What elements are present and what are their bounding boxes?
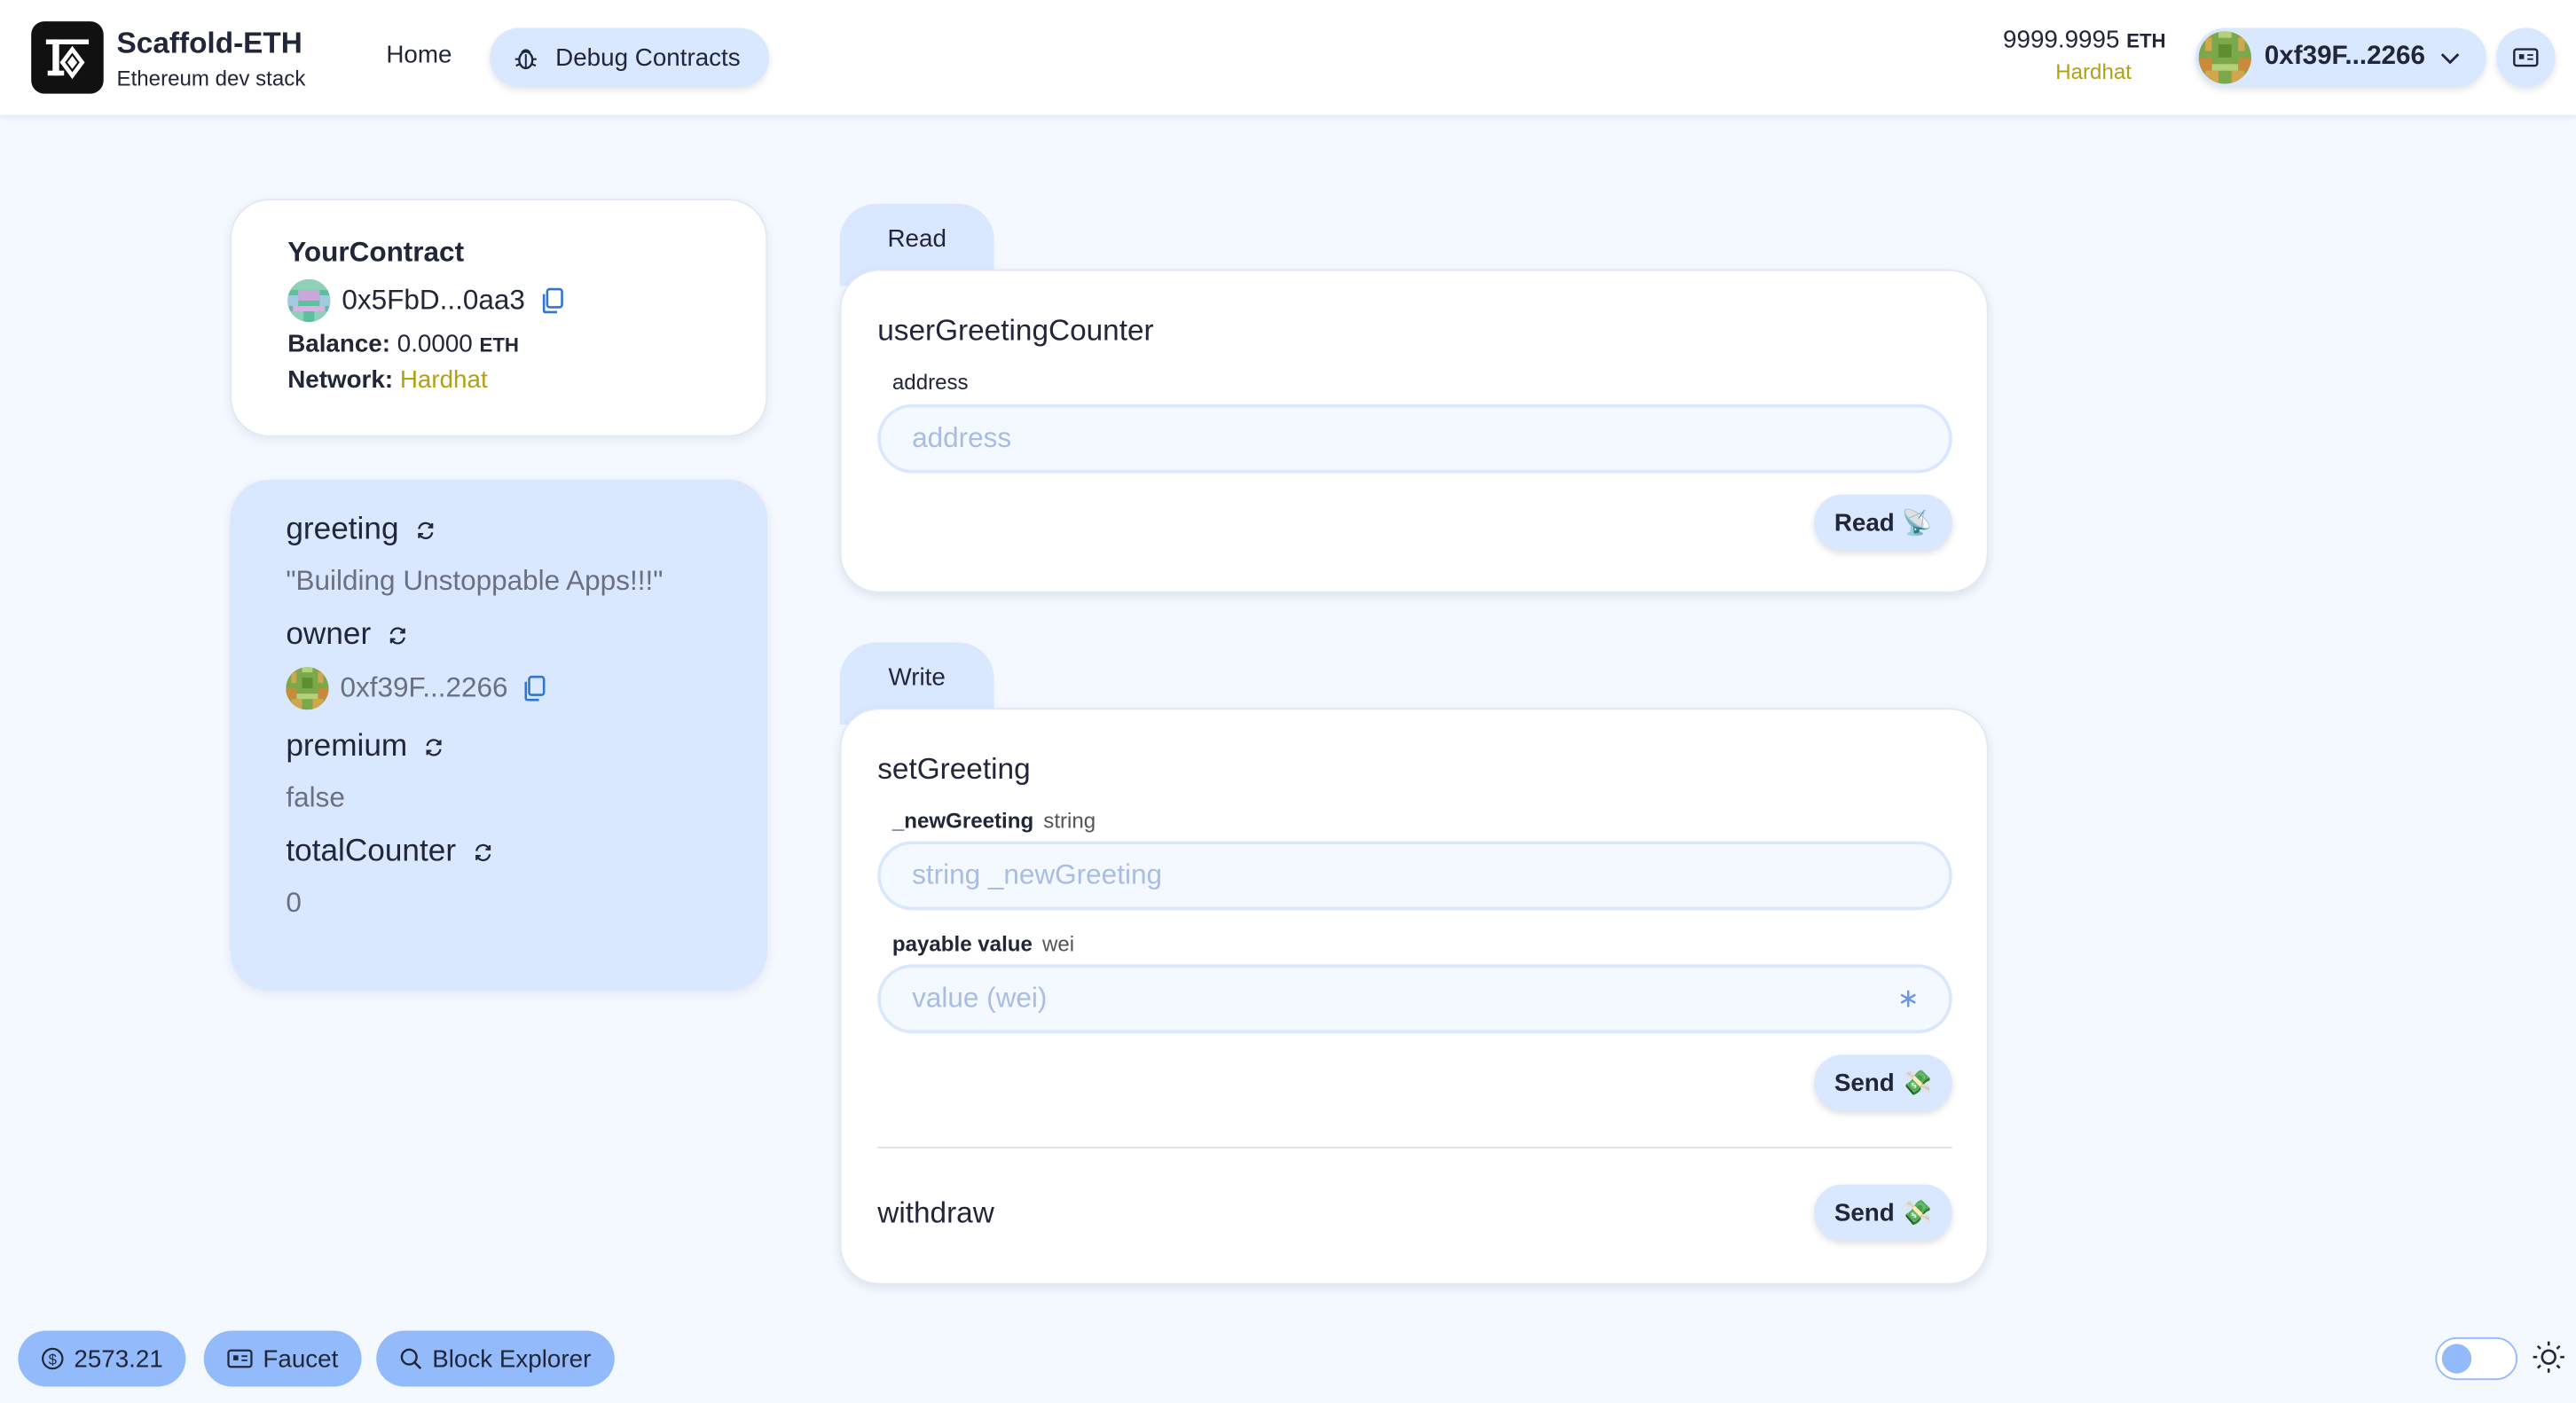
var-total-counter-name: totalCounter bbox=[286, 835, 457, 869]
refresh-icon[interactable] bbox=[415, 521, 435, 540]
read-panel: userGreetingCounter address address Read… bbox=[839, 269, 1989, 593]
faucet-label: Faucet bbox=[263, 1344, 339, 1373]
chevron-down-icon bbox=[2440, 53, 2460, 65]
new-greeting-label: _newGreeting string bbox=[892, 808, 1096, 833]
balance-value: 9999.9995 bbox=[2003, 26, 2120, 55]
sun-icon[interactable] bbox=[2531, 1339, 2567, 1376]
owner-avatar bbox=[286, 667, 329, 710]
brand[interactable]: Scaffold-ETH Ethereum dev stack bbox=[117, 27, 306, 90]
contract-network: Network: Hardhat bbox=[287, 366, 710, 394]
account-avatar bbox=[2198, 31, 2251, 84]
param-name: _newGreeting bbox=[891, 808, 1034, 834]
block-explorer-label: Block Explorer bbox=[432, 1344, 592, 1373]
account-address: 0xf39F...2266 bbox=[2264, 43, 2426, 71]
refresh-icon[interactable] bbox=[424, 738, 444, 757]
send-set-greeting-button[interactable]: Send 💸 bbox=[1814, 1054, 1952, 1111]
var-owner-address-row: 0xf39F...2266 bbox=[286, 667, 711, 710]
qr-code-icon bbox=[2513, 48, 2539, 67]
eth-price-value: 2573.21 bbox=[74, 1344, 163, 1373]
brand-title: Scaffold-ETH bbox=[116, 26, 302, 59]
toggle-knob bbox=[2441, 1344, 2472, 1374]
divider bbox=[877, 1147, 1952, 1148]
var-premium-value: false bbox=[286, 781, 345, 813]
var-total-counter-value: 0 bbox=[286, 887, 302, 919]
contract-variables-card: greeting "Building Unstoppable Apps!!!" … bbox=[230, 479, 768, 992]
write-panel: setGreeting _newGreeting string string _n… bbox=[839, 708, 1989, 1285]
balance-unit: ETH bbox=[2126, 29, 2166, 53]
contract-info-card: YourContract 0x5FbD...0aa3 Balance: 0.00… bbox=[230, 199, 768, 437]
address-input[interactable]: address bbox=[877, 404, 1952, 474]
write-function-name: setGreeting bbox=[877, 752, 1031, 786]
payable-type: wei bbox=[1042, 931, 1075, 957]
contract-name: YourContract bbox=[287, 236, 465, 268]
block-explorer-button[interactable]: Block Explorer bbox=[376, 1330, 615, 1387]
refresh-icon[interactable] bbox=[473, 843, 492, 862]
network-label: Network: bbox=[287, 366, 394, 395]
var-owner-value[interactable]: 0xf39F...2266 bbox=[340, 672, 507, 705]
banknote-icon bbox=[227, 1349, 253, 1368]
bug-icon bbox=[514, 49, 537, 70]
faucet-button[interactable]: Faucet bbox=[203, 1330, 362, 1387]
contract-address[interactable]: 0x5FbD...0aa3 bbox=[342, 284, 525, 317]
account-dropdown-button[interactable]: 0xf39F...2266 bbox=[2195, 27, 2486, 88]
nav-home-link[interactable]: Home bbox=[386, 41, 452, 68]
nav-debug-label: Debug Contracts bbox=[555, 43, 741, 72]
payable-placeholder: value (wei) bbox=[912, 982, 1048, 1014]
var-premium-name: premium bbox=[286, 729, 408, 764]
balance-label: Balance: bbox=[287, 330, 391, 358]
network-name: Hardhat bbox=[2055, 59, 2132, 84]
var-greeting-value: "Building Unstoppable Apps!!!" bbox=[286, 565, 664, 597]
logo-icon bbox=[45, 39, 90, 80]
copy-icon[interactable] bbox=[520, 674, 549, 703]
payable-value-input[interactable]: value (wei) ∗ bbox=[877, 964, 1952, 1034]
read-button[interactable]: Read 📡 bbox=[1814, 494, 1952, 551]
contract-avatar bbox=[287, 278, 331, 323]
refresh-icon[interactable] bbox=[388, 626, 407, 646]
eth-price-pill[interactable]: $ 2573.21 bbox=[18, 1330, 186, 1387]
param-type: string bbox=[1043, 808, 1096, 834]
scaffold-logo[interactable] bbox=[31, 21, 104, 94]
top-header: Scaffold-ETH Ethereum dev stack Home Deb… bbox=[0, 0, 2576, 115]
read-param-label: address bbox=[891, 369, 969, 395]
contract-network-value: Hardhat bbox=[399, 366, 488, 395]
new-greeting-input[interactable]: string _newGreeting bbox=[877, 841, 1952, 911]
svg-text:$: $ bbox=[49, 1352, 57, 1368]
wallet-balance: 9999.9995 ETH Hardhat bbox=[1985, 27, 2166, 84]
dollar-icon: $ bbox=[42, 1347, 64, 1370]
var-greeting-name: greeting bbox=[286, 512, 399, 547]
copy-icon[interactable] bbox=[537, 286, 566, 315]
send-withdraw-button[interactable]: Send 💸 bbox=[1814, 1184, 1952, 1241]
read-function-name: userGreetingCounter bbox=[877, 313, 1154, 347]
nav-debug-contracts-link[interactable]: Debug Contracts bbox=[490, 27, 769, 88]
var-owner-name: owner bbox=[286, 617, 372, 653]
contract-balance-value: 0.0000 bbox=[397, 330, 473, 358]
withdraw-function-name: withdraw bbox=[877, 1195, 994, 1229]
multiply-wei-icon[interactable]: ∗ bbox=[1897, 983, 1920, 1015]
var-greeting: greeting bbox=[286, 513, 711, 549]
brand-subtitle: Ethereum dev stack bbox=[116, 66, 306, 90]
payable-value-label: payable value wei bbox=[892, 931, 1074, 956]
var-owner: owner bbox=[286, 618, 711, 654]
var-total-counter: totalCounter bbox=[286, 835, 711, 871]
contract-address-row: 0x5FbD...0aa3 bbox=[287, 278, 710, 323]
qr-code-button[interactable] bbox=[2495, 27, 2556, 88]
theme-toggle[interactable] bbox=[2435, 1336, 2518, 1381]
contract-balance-unit: ETH bbox=[479, 333, 519, 357]
search-icon bbox=[400, 1348, 422, 1370]
contract-balance: Balance: 0.0000 ETH bbox=[287, 330, 710, 357]
var-premium: premium bbox=[286, 730, 711, 766]
payable-label: payable value bbox=[891, 931, 1033, 957]
